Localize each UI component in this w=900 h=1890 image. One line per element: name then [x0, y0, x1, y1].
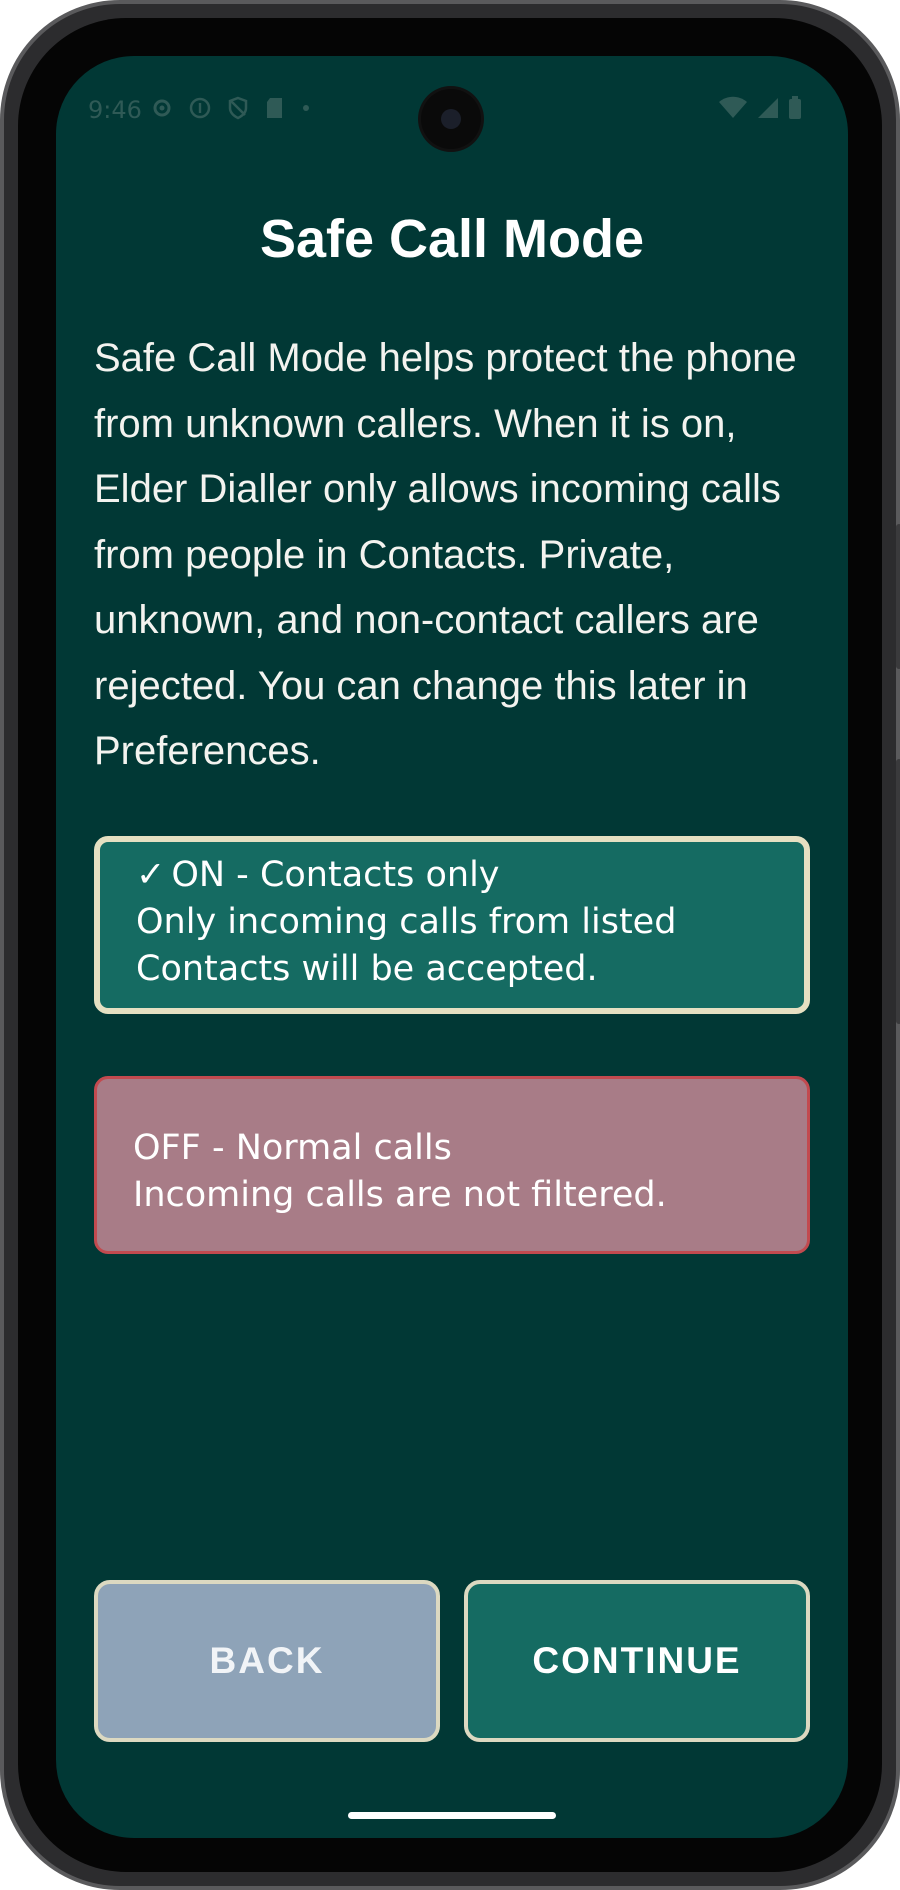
safe-call-off-option[interactable]: OFF - Normal calls Incoming calls are no…	[94, 1076, 810, 1254]
on-option-title-row: ✓ ON - Contacts only	[136, 852, 768, 899]
off-option-subtitle: Incoming calls are not filtered.	[133, 1175, 667, 1215]
status-bar: 9:46	[56, 56, 848, 160]
safe-call-description: Safe Call Mode helps protect the phone f…	[94, 336, 797, 773]
sd-card-icon	[264, 96, 286, 120]
notification-icons	[150, 96, 312, 120]
continue-button[interactable]: CONTINUE	[464, 1580, 810, 1742]
battery-icon	[788, 96, 802, 120]
wifi-icon	[718, 96, 748, 120]
page-title: Safe Call Mode	[259, 209, 645, 269]
checkmark-icon: ✓	[136, 855, 166, 895]
system-icons	[718, 96, 802, 120]
status-time: 9:46	[88, 96, 142, 124]
on-option-line-1: Only incoming calls from listed	[136, 902, 677, 942]
info-icon	[188, 96, 212, 120]
safe-call-on-option[interactable]: ✓ ON - Contacts only Only incoming calls …	[94, 836, 810, 1014]
camera-lens	[441, 109, 461, 129]
shield-icon	[226, 96, 250, 120]
back-button[interactable]: BACK	[94, 1580, 440, 1742]
on-option-title: ON - Contacts only	[171, 855, 500, 895]
home-indicator[interactable]	[348, 1812, 556, 1819]
signal-icon	[756, 96, 780, 120]
dot-icon	[300, 96, 312, 120]
phone-device-frame: 9:46 Safe Call Mode Safe Call Mode helps…	[0, 0, 900, 1890]
power-button	[896, 524, 900, 669]
app-screen: 9:46 Safe Call Mode Safe Call Mode helps…	[56, 56, 848, 1838]
front-camera	[421, 89, 481, 149]
off-option-title: OFF - Normal calls	[133, 1128, 452, 1168]
on-option-line-2: Contacts will be accepted.	[136, 949, 598, 989]
settings-icon	[150, 96, 174, 120]
volume-button	[896, 759, 900, 1024]
